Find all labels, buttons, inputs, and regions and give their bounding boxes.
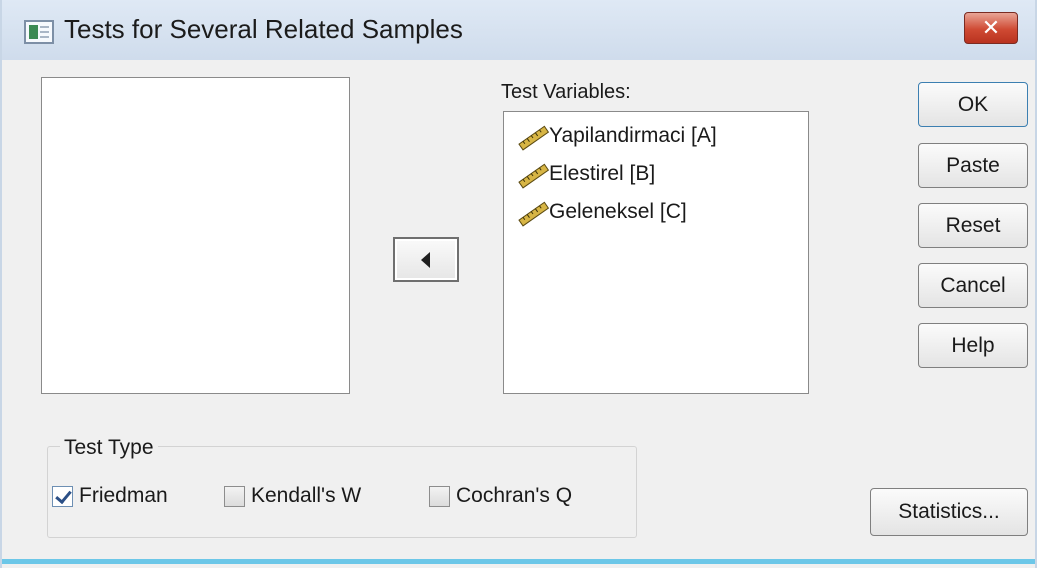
help-button[interactable]: Help [918, 323, 1028, 368]
move-variable-button[interactable] [393, 237, 459, 282]
title-bar[interactable]: Tests for Several Related Samples ✕ [2, 0, 1035, 60]
statistics-button[interactable]: Statistics... [870, 488, 1028, 536]
variable-label: Geleneksel [C] [549, 200, 687, 223]
scale-variable-ruler-icon [518, 201, 550, 227]
dialog-window-icon [24, 20, 54, 44]
paste-button[interactable]: Paste [918, 143, 1028, 188]
checkbox-unchecked-icon[interactable] [224, 485, 245, 507]
bottom-border [2, 559, 1035, 564]
test-type-title: Test Type [60, 436, 158, 460]
scale-variable-ruler-icon [518, 163, 550, 189]
cochrans-q-checkbox[interactable]: Cochran's Q [429, 481, 572, 511]
cancel-button[interactable]: Cancel [918, 263, 1028, 308]
checkbox-checked-icon[interactable] [52, 485, 73, 507]
window-title: Tests for Several Related Samples [64, 14, 463, 44]
list-item[interactable]: Geleneksel [C] [504, 194, 808, 232]
checkbox-label: Kendall's W [251, 484, 362, 507]
test-variables-label: Test Variables: [501, 81, 631, 103]
dialog-window: Tests for Several Related Samples ✕ Test… [0, 0, 1037, 568]
variable-label: Elestirel [B] [549, 162, 656, 185]
list-item[interactable]: Yapilandirmaci [A] [504, 118, 808, 156]
list-item[interactable]: Elestirel [B] [504, 156, 808, 194]
checkbox-label: Friedman [79, 484, 168, 507]
left-arrow-icon [421, 252, 430, 268]
checkbox-label: Cochran's Q [456, 484, 573, 507]
ok-button[interactable]: OK [918, 82, 1028, 127]
test-variables-list[interactable]: Yapilandirmaci [A] Elestirel [B] Gelenek… [503, 111, 809, 394]
close-icon: ✕ [981, 15, 1001, 40]
kendalls-w-checkbox[interactable]: Kendall's W [224, 481, 361, 511]
source-variable-list[interactable] [41, 77, 350, 394]
variable-label: Yapilandirmaci [A] [549, 124, 717, 147]
checkbox-unchecked-icon[interactable] [429, 485, 450, 507]
friedman-checkbox[interactable]: Friedman [52, 481, 168, 511]
scale-variable-ruler-icon [518, 125, 550, 151]
close-button[interactable]: ✕ [964, 12, 1018, 44]
reset-button[interactable]: Reset [918, 203, 1028, 248]
